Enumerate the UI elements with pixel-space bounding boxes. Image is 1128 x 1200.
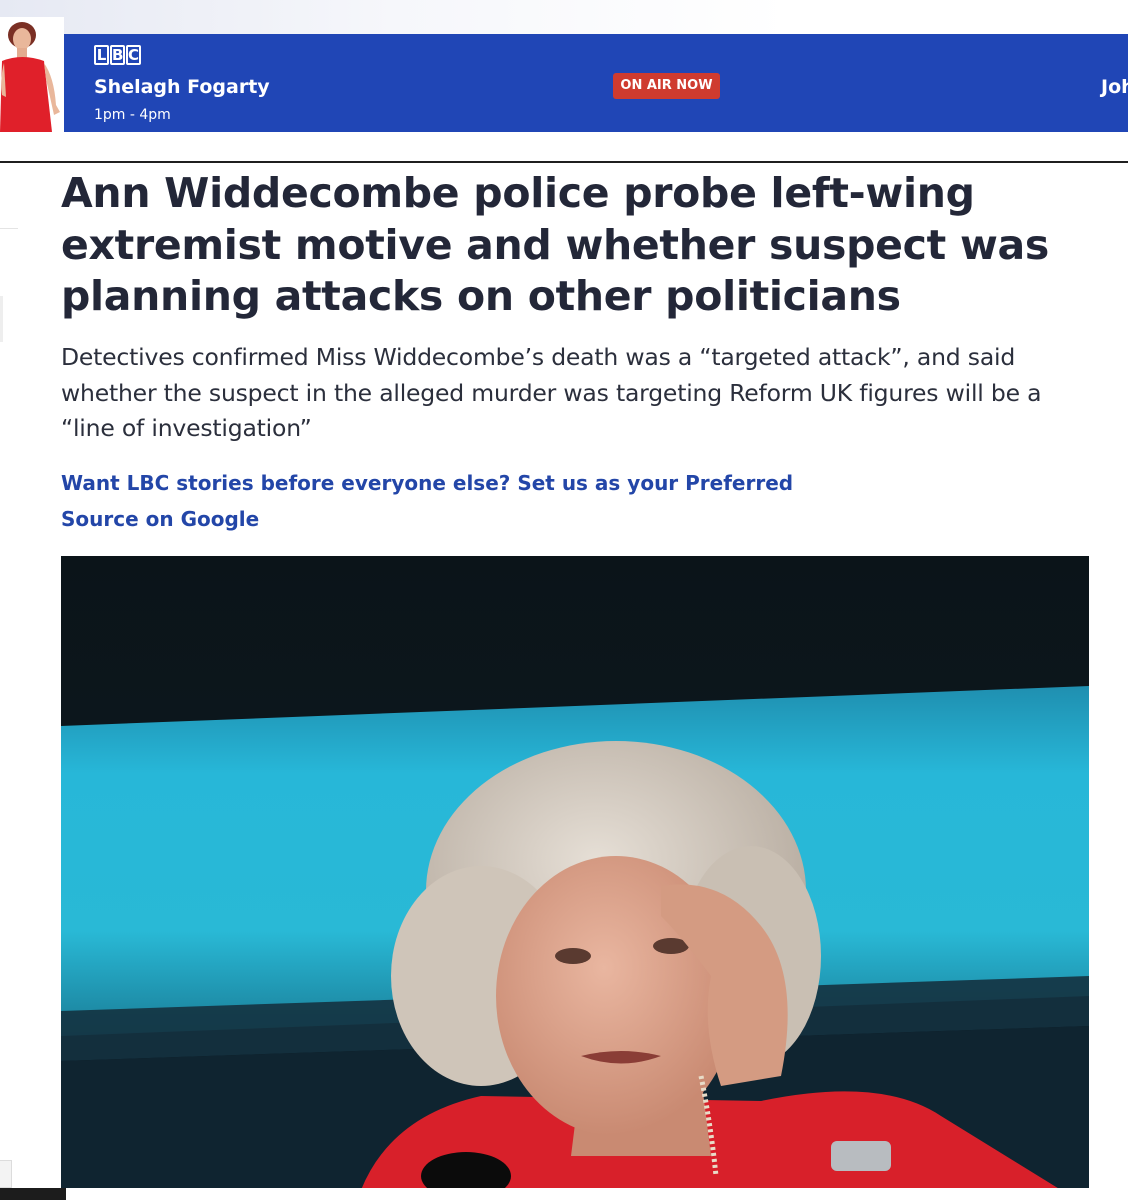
preferred-source-link[interactable]: Want LBC stories before everyone else? S… <box>61 465 821 537</box>
left-edge-scroll-mark <box>0 296 3 342</box>
logo-letter-c: C <box>126 45 141 65</box>
logo-letter-l: L <box>94 45 109 65</box>
lbc-logo[interactable]: L B C <box>94 45 141 65</box>
presenter-photo[interactable] <box>0 17 64 132</box>
bottom-left-tab[interactable] <box>0 1160 12 1188</box>
presenter-name[interactable]: Shelagh Fogarty <box>94 76 270 98</box>
next-presenter-name[interactable]: Joh <box>1101 76 1128 98</box>
article-headline: Ann Widdecombe police probe left-wing ex… <box>61 169 1049 320</box>
bottom-edge <box>0 1188 1128 1200</box>
left-edge-line <box>0 228 18 229</box>
bottom-edge-dark-segment <box>0 1188 66 1200</box>
logo-letter-b: B <box>110 45 125 65</box>
article-standfirst: Detectives confirmed Miss Widdecombe’s d… <box>61 343 1042 442</box>
article-page: L B C Shelagh Fogarty 1pm - 4pm ON AIR N… <box>0 0 1128 1200</box>
show-time: 1pm - 4pm <box>94 107 171 123</box>
header-divider <box>0 161 1128 163</box>
on-air-badge[interactable]: ON AIR NOW <box>613 73 720 99</box>
browser-top-strip <box>0 0 1128 34</box>
hero-image[interactable] <box>61 556 1089 1190</box>
